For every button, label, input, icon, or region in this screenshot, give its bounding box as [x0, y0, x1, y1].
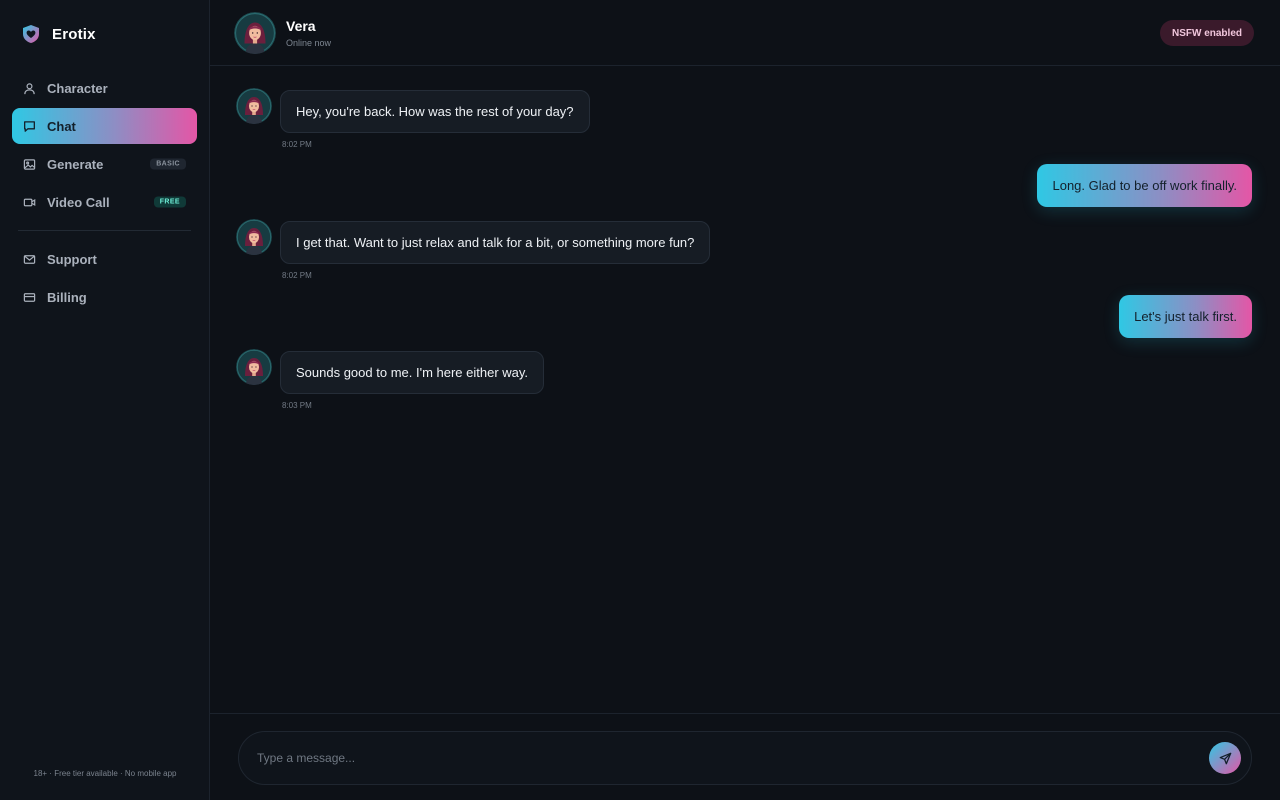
message-time: 8:02 PM — [282, 140, 312, 149]
nsfw-badge: NSFW enabled — [1159, 20, 1254, 46]
user-message-bubble: Let's just talk first. — [1119, 295, 1252, 338]
brand-name: Erotix — [52, 25, 96, 43]
message-item: I get that. Want to just relax and talk … — [236, 219, 936, 289]
brand[interactable]: Erotix — [22, 24, 96, 44]
mail-icon — [23, 253, 36, 266]
message-composer — [210, 713, 1280, 800]
avatar — [236, 219, 272, 255]
message-list: Hey, you're back. How was the rest of yo… — [210, 66, 1280, 713]
sidebar-footer: 18+ · Free tier available · No mobile ap… — [33, 769, 177, 778]
chat-header: Vera Online now NSFW enabled — [210, 0, 1280, 66]
tier-badge: FREE — [153, 196, 186, 208]
chat-panel: Vera Online now NSFW enabled Hey, you're… — [210, 0, 1280, 800]
character-message-bubble: Sounds good to me. I'm here either way. — [280, 351, 545, 394]
sidebar-item-label: Support — [47, 251, 97, 267]
tier-badge: BASIC — [150, 158, 186, 170]
card-icon — [23, 291, 36, 304]
sidebar-item-support[interactable]: Support — [12, 241, 197, 277]
message-item: Sounds good to me. I'm here either way. … — [236, 349, 936, 419]
sidebar-item-character[interactable]: Character — [12, 70, 197, 106]
character-message-bubble: Hey, you're back. How was the rest of yo… — [280, 90, 590, 133]
sidebar-item-label: Video Call — [47, 194, 110, 210]
send-icon — [1219, 752, 1231, 764]
nav-divider — [18, 230, 191, 231]
sidebar-item-billing[interactable]: Billing — [12, 279, 197, 315]
image-icon — [23, 158, 36, 171]
online-status: Online now — [286, 38, 332, 48]
sidebar-item-label: Generate — [47, 156, 104, 172]
message-time: 8:02 PM — [282, 271, 312, 280]
composer-box — [238, 731, 1252, 785]
character-name: Vera — [286, 18, 316, 34]
message-input[interactable] — [257, 732, 1197, 784]
sidebar: Erotix Character Chat Generate BASIC Vid… — [0, 0, 210, 800]
sidebar-item-generate[interactable]: Generate BASIC — [12, 146, 197, 182]
message-time: 8:03 PM — [282, 401, 312, 410]
user-message-bubble: Long. Glad to be off work finally. — [1037, 164, 1252, 207]
user-icon — [23, 82, 36, 95]
avatar — [236, 88, 272, 124]
avatar[interactable] — [234, 12, 276, 54]
sidebar-item-label: Character — [47, 80, 108, 96]
sidebar-item-label: Chat — [47, 118, 76, 134]
message-item: Hey, you're back. How was the rest of yo… — [236, 88, 936, 158]
send-button[interactable] — [1209, 742, 1241, 774]
chat-icon — [23, 120, 36, 133]
heart-shield-icon — [23, 25, 39, 43]
sidebar-item-label: Billing — [47, 289, 87, 305]
sidebar-item-video-call[interactable]: Video Call FREE — [12, 184, 197, 220]
character-message-bubble: I get that. Want to just relax and talk … — [280, 221, 711, 264]
sidebar-item-chat[interactable]: Chat — [12, 108, 197, 144]
avatar — [236, 349, 272, 385]
video-icon — [23, 196, 36, 209]
